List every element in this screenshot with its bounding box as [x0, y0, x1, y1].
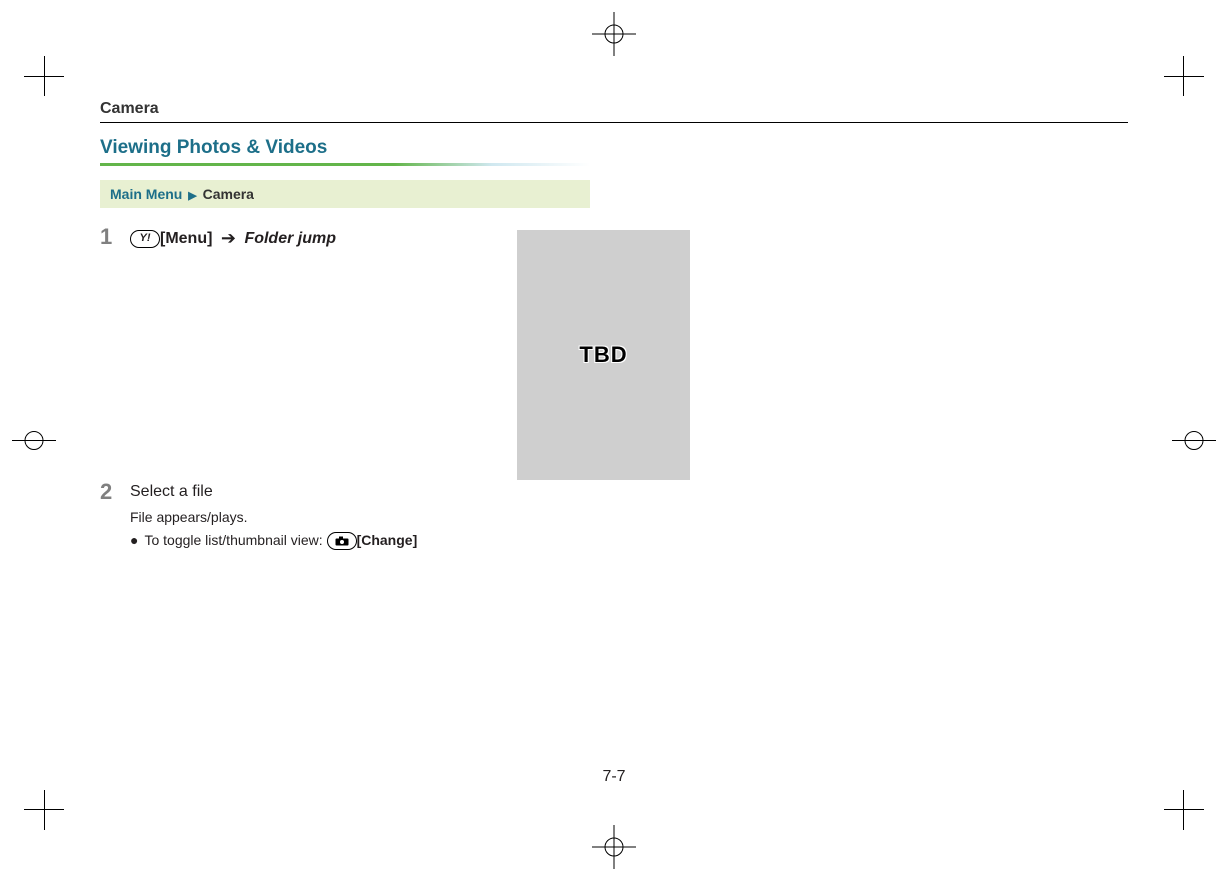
registration-mark-bottom: [592, 825, 636, 874]
crop-mark-br: [1164, 790, 1204, 830]
registration-mark-top: [592, 12, 636, 61]
step-2-sub: File appears/plays.: [130, 508, 590, 528]
page-title: Viewing Photos & Videos: [100, 137, 590, 159]
breadcrumb-main: Main Menu: [110, 186, 182, 202]
crop-mark-bl: [24, 790, 64, 830]
step-1-key-label: [Menu]: [160, 230, 212, 247]
step-2-body: Select a file: [130, 481, 590, 503]
step-2-toggle-key-label: [Change]: [357, 532, 418, 548]
page-number: 7-7: [602, 768, 625, 786]
step-2-number: 2: [100, 481, 116, 551]
y-key-icon: Y!: [130, 230, 160, 248]
crop-mark-tr: [1164, 56, 1204, 96]
registration-mark-right: [1172, 426, 1216, 461]
camera-key-icon: [327, 532, 357, 550]
crop-mark-tl: [24, 56, 64, 96]
step-1-action: Folder jump: [244, 230, 336, 247]
breadcrumb-item: Camera: [203, 186, 254, 202]
step-2: 2 Select a file File appears/plays. ● To …: [100, 481, 590, 551]
section-header: Camera: [100, 100, 1128, 123]
step-1-number: 1: [100, 226, 116, 251]
breadcrumb: Main Menu ▶ Camera: [100, 180, 590, 208]
step-2-toggle-text: To toggle list/thumbnail view:: [144, 532, 326, 548]
arrow-right-icon: ➔: [221, 228, 236, 248]
bullet-icon: ●: [130, 532, 138, 548]
placeholder-text: TBD: [579, 342, 627, 368]
title-underline: [100, 163, 590, 166]
screenshot-placeholder: TBD: [517, 230, 690, 480]
registration-mark-left: [12, 426, 56, 461]
breadcrumb-separator-icon: ▶: [188, 190, 196, 202]
